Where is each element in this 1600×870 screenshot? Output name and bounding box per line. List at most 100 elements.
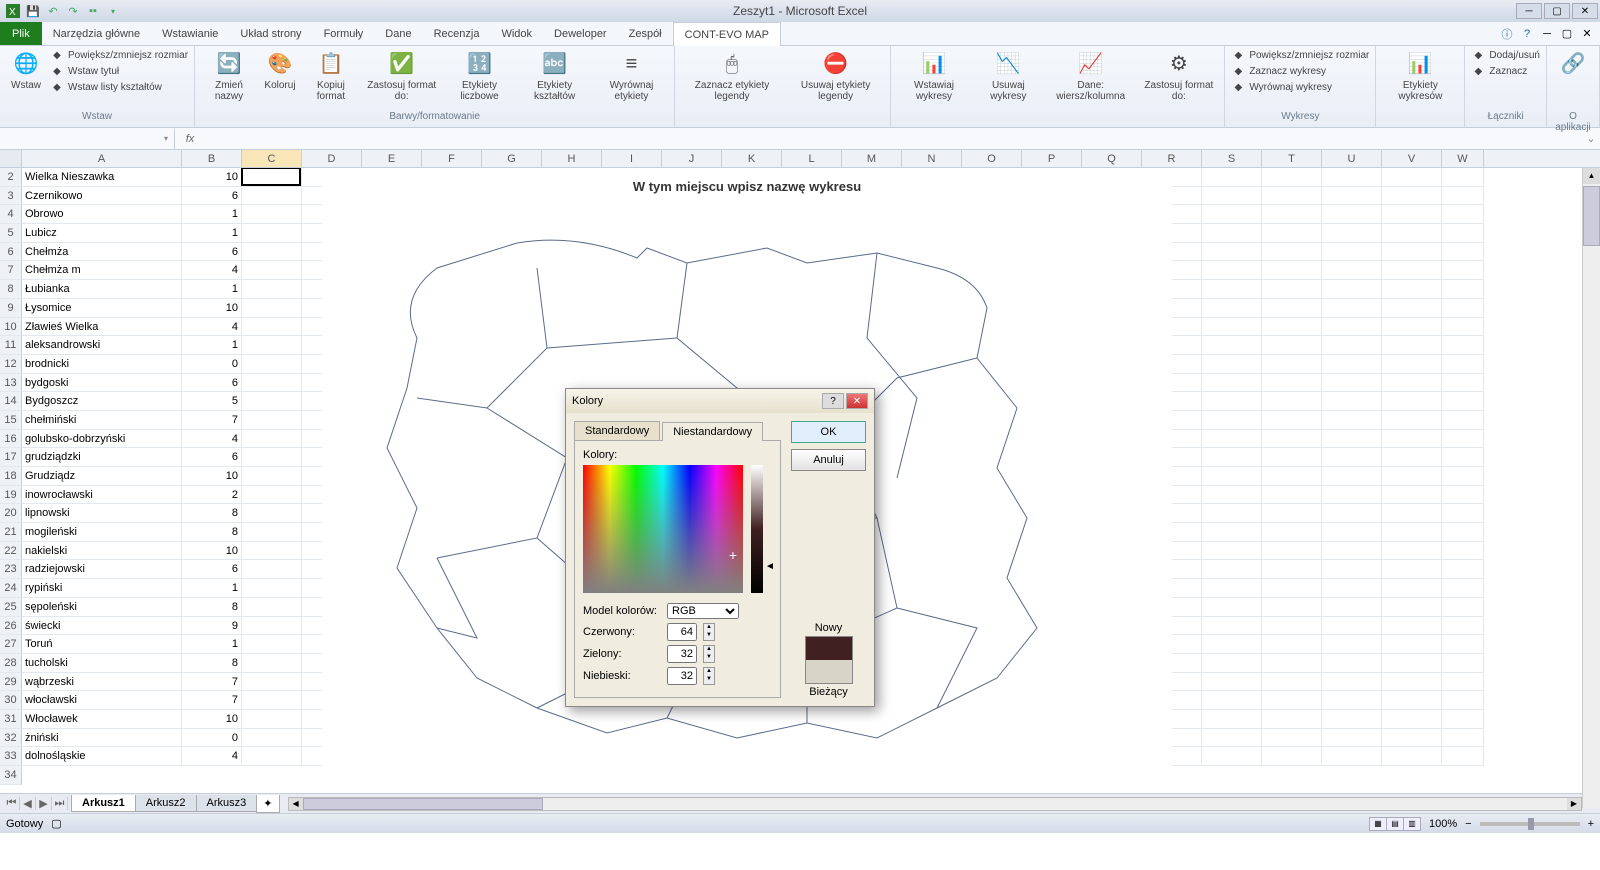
cancel-button[interactable]: Anuluj <box>791 449 866 471</box>
cell[interactable] <box>1442 560 1484 579</box>
row-header[interactable]: 4 <box>0 205 22 224</box>
cell[interactable] <box>242 710 302 729</box>
sheet-tab-arkusz3[interactable]: Arkusz3 <box>196 795 258 812</box>
cell[interactable] <box>1202 504 1262 523</box>
cell[interactable] <box>1262 168 1322 187</box>
cell[interactable]: 1 <box>182 205 242 224</box>
namebox-dropdown-icon[interactable]: ▾ <box>164 134 168 143</box>
cell[interactable] <box>1202 261 1262 280</box>
cell[interactable] <box>1202 392 1262 411</box>
cell[interactable]: 4 <box>182 430 242 449</box>
cell[interactable] <box>1202 747 1262 766</box>
cell[interactable]: 6 <box>182 243 242 262</box>
cell[interactable] <box>1262 747 1322 766</box>
cell[interactable]: 10 <box>182 710 242 729</box>
cell[interactable] <box>1382 579 1442 598</box>
cell[interactable]: brodnicki <box>22 355 182 374</box>
ribbon-wstawiaj-wykresy[interactable]: 📊Wstawiaj wykresy <box>897 48 970 104</box>
cell[interactable]: Wielka Nieszawka <box>22 168 182 187</box>
window-restore-icon[interactable]: ▢ <box>1560 27 1574 41</box>
cell[interactable] <box>1442 168 1484 187</box>
cell[interactable] <box>1202 654 1262 673</box>
ribbon-wstaw-listy-kształtów[interactable]: ◆Wstaw listy kształtów <box>50 80 188 94</box>
row-header[interactable]: 28 <box>0 654 22 673</box>
cell[interactable] <box>1322 280 1382 299</box>
cell[interactable] <box>1322 598 1382 617</box>
cell[interactable] <box>1202 168 1262 187</box>
cell[interactable] <box>1262 280 1322 299</box>
cell[interactable]: 1 <box>182 635 242 654</box>
ribbon-zaznacz[interactable]: ◆Zaznacz <box>1471 64 1540 78</box>
sheet-first-icon[interactable]: ⏮ <box>4 797 20 810</box>
tab-custom[interactable]: Niestandardowy <box>662 422 763 441</box>
col-header-W[interactable]: W <box>1442 150 1484 167</box>
col-header-F[interactable]: F <box>422 150 482 167</box>
sheet-prev-icon[interactable]: ◀ <box>20 797 36 810</box>
cell[interactable] <box>1322 729 1382 748</box>
cell[interactable] <box>1262 392 1322 411</box>
cell[interactable]: radziejowski <box>22 560 182 579</box>
cell[interactable] <box>242 617 302 636</box>
ribbon-wstaw-tytuł[interactable]: ◆Wstaw tytuł <box>50 64 188 78</box>
zoom-out-button[interactable]: − <box>1465 818 1471 830</box>
qat-more-icon[interactable]: ▾ <box>104 2 122 20</box>
cell[interactable] <box>1442 673 1484 692</box>
sheet-last-icon[interactable]: ⏭ <box>52 797 68 810</box>
cell[interactable]: sępoleński <box>22 598 182 617</box>
cell[interactable] <box>1382 467 1442 486</box>
help-icon[interactable]: ? <box>1520 27 1534 41</box>
cell[interactable] <box>1322 448 1382 467</box>
cell[interactable] <box>1382 261 1442 280</box>
ribbon-wstaw[interactable]: 🌐Wstaw <box>6 48 46 93</box>
ribbon-wyrównaj-etykiety[interactable]: ≡Wyrównaj etykiety <box>595 48 669 104</box>
cell[interactable] <box>1442 187 1484 206</box>
cell[interactable] <box>1262 654 1322 673</box>
cell[interactable]: 5 <box>182 392 242 411</box>
cell[interactable] <box>1202 635 1262 654</box>
zoom-slider[interactable] <box>1480 822 1580 826</box>
cell[interactable] <box>1382 168 1442 187</box>
cell[interactable] <box>1382 299 1442 318</box>
sheet-next-icon[interactable]: ▶ <box>36 797 52 810</box>
cell[interactable] <box>1202 710 1262 729</box>
col-header-Q[interactable]: Q <box>1082 150 1142 167</box>
cell[interactable] <box>1442 598 1484 617</box>
menu-tab-deweloper[interactable]: Deweloper <box>543 22 618 45</box>
cell[interactable] <box>242 411 302 430</box>
cell[interactable]: Chełmża <box>22 243 182 262</box>
cell[interactable] <box>242 691 302 710</box>
ribbon-minimize-icon[interactable]: ⓘ <box>1500 27 1514 41</box>
cell[interactable] <box>242 205 302 224</box>
cell[interactable] <box>1322 411 1382 430</box>
row-header[interactable]: 20 <box>0 504 22 523</box>
cell[interactable] <box>1382 318 1442 337</box>
row-header[interactable]: 7 <box>0 261 22 280</box>
cell[interactable] <box>1322 747 1382 766</box>
cell[interactable] <box>1262 355 1322 374</box>
ribbon-powiększ-zmniejsz-rozmiar[interactable]: ◆Powiększ/zmniejsz rozmiar <box>1231 48 1369 62</box>
formula-expand-icon[interactable]: ⌄ <box>1582 132 1600 145</box>
cell[interactable] <box>1442 336 1484 355</box>
cell[interactable] <box>1262 579 1322 598</box>
cell[interactable] <box>1322 486 1382 505</box>
cell[interactable] <box>1382 747 1442 766</box>
cell[interactable] <box>1262 673 1322 692</box>
cell[interactable] <box>1322 504 1382 523</box>
cell[interactable] <box>1322 710 1382 729</box>
cell[interactable] <box>242 673 302 692</box>
cell[interactable]: 7 <box>182 411 242 430</box>
sheet-tab-arkusz2[interactable]: Arkusz2 <box>135 795 197 812</box>
cell[interactable] <box>1202 691 1262 710</box>
col-header-G[interactable]: G <box>482 150 542 167</box>
cell[interactable] <box>1382 523 1442 542</box>
cell[interactable] <box>1382 355 1442 374</box>
row-header[interactable]: 34 <box>0 766 22 785</box>
blue-input[interactable] <box>667 667 697 685</box>
cell[interactable] <box>1202 205 1262 224</box>
cell[interactable] <box>1202 336 1262 355</box>
row-header[interactable]: 19 <box>0 486 22 505</box>
cell[interactable] <box>242 467 302 486</box>
maximize-button[interactable]: ▢ <box>1544 3 1570 19</box>
cell[interactable]: inowrocławski <box>22 486 182 505</box>
hue-saturation-picker[interactable]: + <box>583 465 743 593</box>
